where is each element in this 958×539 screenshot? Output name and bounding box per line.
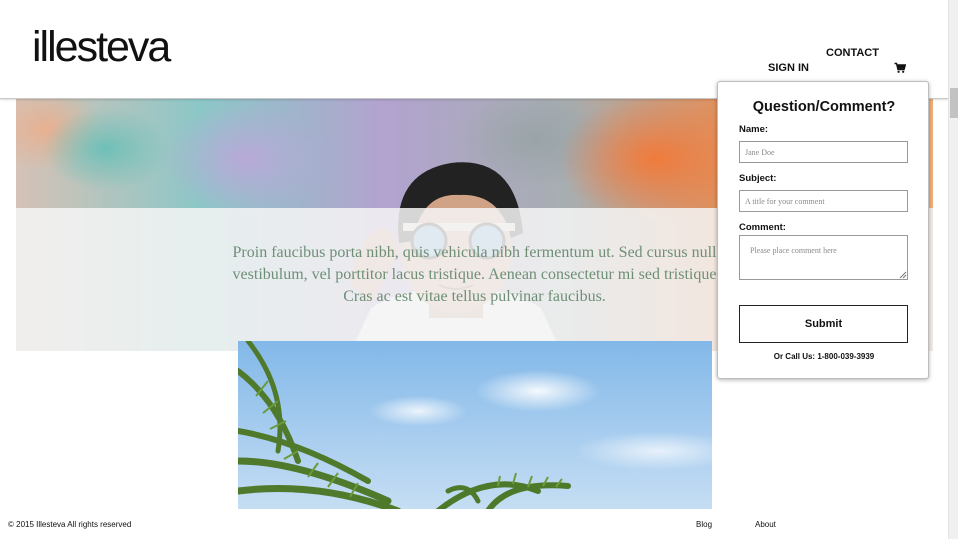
nav-sign-in-link[interactable]: SIGN IN xyxy=(768,62,809,74)
name-label: Name: xyxy=(739,124,769,135)
palm-tree-image xyxy=(238,341,571,511)
name-input[interactable] xyxy=(739,141,908,163)
comment-textarea[interactable] xyxy=(739,235,908,280)
site-logo[interactable]: illesteva xyxy=(32,22,171,72)
footer-about-link[interactable]: About xyxy=(755,520,776,529)
page: illesteva CONTACT SIGN IN Proin faucibus… xyxy=(0,0,958,539)
site-footer: © 2015 Illesteva All rights reserved Blo… xyxy=(0,509,948,539)
form-title: Question/Comment? xyxy=(752,99,896,115)
shopping-cart-icon[interactable] xyxy=(894,61,907,73)
copyright-text: © 2015 Illesteva All rights reserved xyxy=(8,520,132,529)
palm-tree-photo xyxy=(238,341,712,511)
subject-label: Subject: xyxy=(739,173,777,184)
call-us-text: Or Call Us: 1-800-039-3939 xyxy=(773,352,875,361)
comment-label: Comment: xyxy=(739,222,786,233)
footer-blog-link[interactable]: Blog xyxy=(696,520,712,529)
resize-grip-icon[interactable] xyxy=(899,271,907,279)
scrollbar-thumb[interactable] xyxy=(950,88,958,118)
subject-input[interactable] xyxy=(739,190,908,212)
nav-contact-link[interactable]: CONTACT xyxy=(826,47,879,59)
comment-form-popup: Question/Comment? Name: Subject: Comment… xyxy=(717,81,929,379)
submit-button[interactable]: Submit xyxy=(739,305,908,343)
shopping-cart-icon-glyph xyxy=(894,62,907,73)
page-scrollbar[interactable] xyxy=(948,0,958,539)
